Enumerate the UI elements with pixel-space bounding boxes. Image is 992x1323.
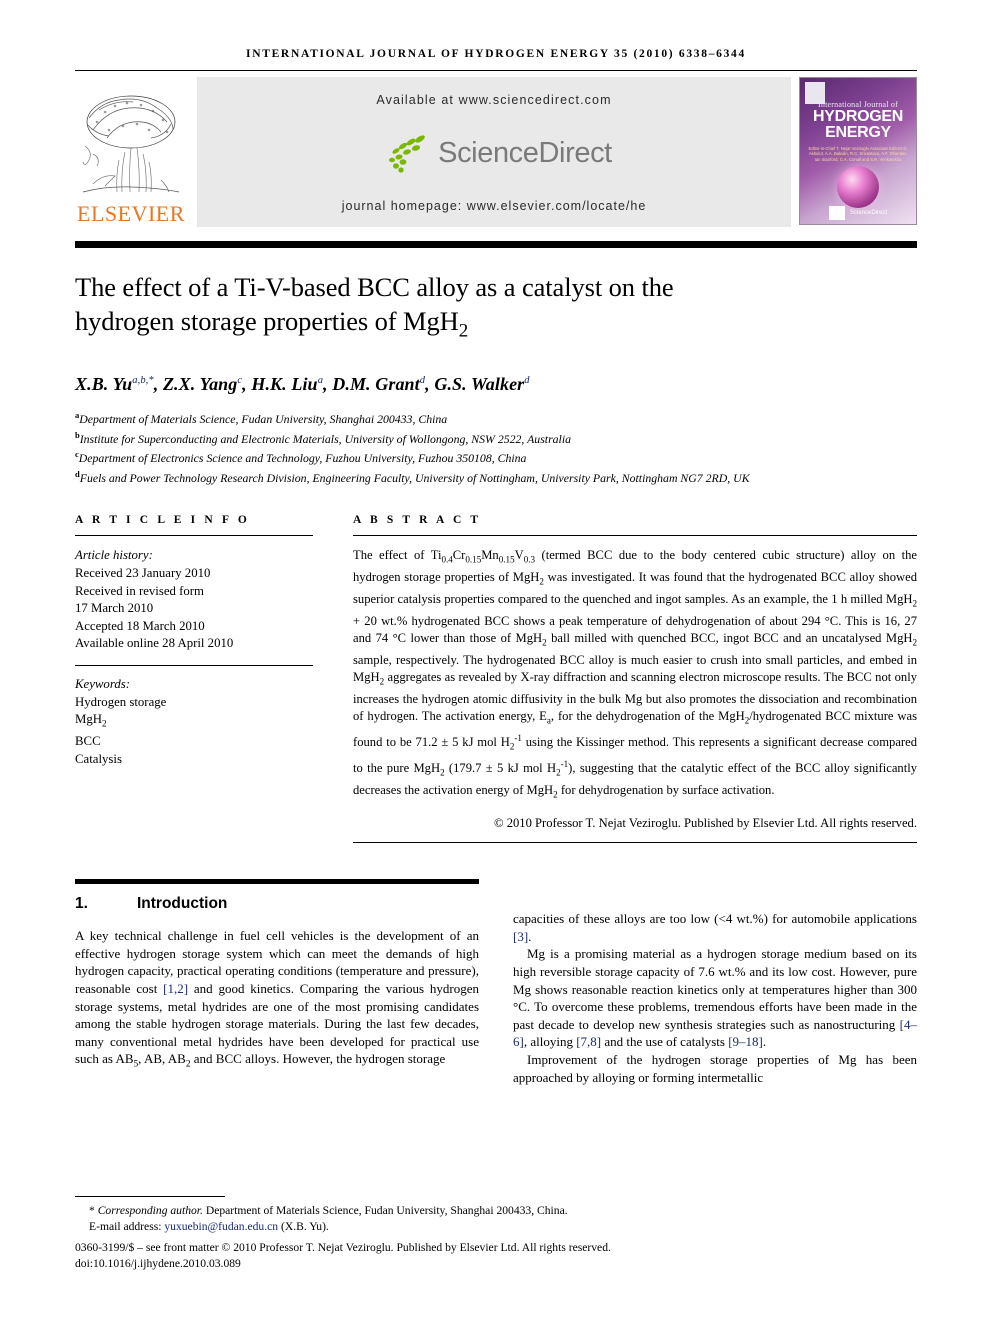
title-line-1: The effect of a Ti-V-based BCC alloy as … bbox=[75, 272, 674, 302]
journal-cover-thumbnail: International Journal of HYDROGEN ENERGY… bbox=[799, 77, 917, 225]
article-info-divider bbox=[75, 535, 313, 537]
history-item: Received 23 January 2010 bbox=[75, 565, 211, 580]
author-marks: d bbox=[419, 375, 426, 387]
body-column-left: 1. Introduction A key technical challeng… bbox=[75, 879, 479, 1086]
available-at-text: Available at www.sciencedirect.com bbox=[376, 93, 612, 107]
author-name: D.M. Grant bbox=[332, 374, 420, 395]
affiliation-text: Department of Materials Science, Fudan U… bbox=[79, 412, 448, 427]
sciencedirect-leaf-icon bbox=[389, 135, 426, 173]
article-info-column: A R T I C L E I N F O Article history: R… bbox=[75, 514, 313, 768]
article-page: International Journal of Hydrogen Energy… bbox=[0, 0, 992, 1323]
abstract-heading: A B S T R A C T bbox=[353, 514, 482, 527]
affiliation-list: aDepartment of Materials Science, Fudan … bbox=[75, 408, 917, 486]
keyword-mgh2-sub: 2 bbox=[102, 718, 107, 729]
history-item: Received in revised form bbox=[75, 583, 204, 598]
header-divider bbox=[75, 70, 917, 71]
abstract-divider bbox=[353, 535, 917, 537]
author-marks: a bbox=[317, 375, 324, 387]
cover-editors-text: Editor-in-Chief T. Nejat Veziroglu Assoc… bbox=[808, 146, 908, 162]
journal-homepage-text: journal homepage: www.elsevier.com/locat… bbox=[341, 199, 647, 213]
section-title: Introduction bbox=[137, 895, 228, 913]
section-number: 1. bbox=[75, 895, 88, 913]
email-link[interactable]: yuxuebin@fudan.edu.cn bbox=[164, 1220, 278, 1233]
affiliation-item: cDepartment of Electronics Science and T… bbox=[75, 447, 917, 467]
sciencedirect-logo: ScienceDirect bbox=[376, 133, 612, 173]
body-column-right: capacities of these alloys are too low (… bbox=[513, 879, 917, 1086]
abstract-copyright: © 2010 Professor T. Nejat Veziroglu. Pub… bbox=[494, 815, 917, 830]
email-suffix: (X.B. Yu). bbox=[278, 1219, 329, 1233]
author-name: G.S. Walker bbox=[434, 374, 525, 395]
citation-link[interactable]: [1,2] bbox=[163, 981, 188, 996]
intro-paragraph-right-1: capacities of these alloys are too low (… bbox=[513, 911, 917, 944]
corresponding-label: Corresponding author. bbox=[97, 1204, 203, 1218]
journal-banner: ELSEVIER Available at www.sciencedirect.… bbox=[75, 77, 917, 227]
sciencedirect-box: Available at www.sciencedirect.com Scien… bbox=[197, 77, 791, 227]
affiliation-text: Department of Electronics Science and Te… bbox=[78, 451, 527, 466]
cover-title-line2: HYDROGEN bbox=[812, 108, 904, 125]
history-item: Accepted 18 March 2010 bbox=[75, 618, 205, 633]
citation-link[interactable]: [3] bbox=[513, 929, 528, 944]
author-name: H.K. Liu bbox=[251, 374, 318, 395]
cover-sphere-graphic bbox=[837, 166, 879, 208]
affiliation-text: Institute for Superconducting and Electr… bbox=[79, 431, 572, 446]
section-heading-introduction: 1. Introduction bbox=[75, 895, 479, 913]
running-head: International Journal of Hydrogen Energy… bbox=[246, 48, 746, 60]
email-label: E-mail address: bbox=[89, 1219, 162, 1233]
author-marks: d bbox=[524, 375, 530, 387]
elsevier-logo: ELSEVIER bbox=[75, 77, 187, 227]
footnote-divider bbox=[75, 1196, 225, 1198]
cover-footer: ScienceDirect bbox=[800, 206, 916, 220]
title-subscript: 2 bbox=[458, 320, 469, 342]
keyword-item: MgH2 bbox=[75, 711, 313, 733]
info-abstract-block: A R T I C L E I N F O Article history: R… bbox=[75, 514, 918, 844]
abstract-text: The effect of Ti0.4Cr0.15Mn0.15V0.3 (ter… bbox=[353, 548, 918, 800]
history-item: Available online 28 April 2010 bbox=[75, 636, 234, 651]
corresponding-text: Department of Materials Science, Fudan U… bbox=[202, 1204, 568, 1218]
keyword-item: BCC bbox=[75, 734, 101, 749]
author-list: X.B. Yua,b,*, Z.X. Yangc, H.K. Liua, D.M… bbox=[75, 374, 530, 395]
author-marks: a,b,* bbox=[132, 375, 154, 387]
article-info-heading: A R T I C L E I N F O bbox=[75, 514, 250, 527]
page-title: The effect of a Ti-V-based BCC alloy as … bbox=[75, 270, 917, 348]
cover-sciencedirect-label: ScienceDirect bbox=[849, 210, 887, 216]
author-marks: c bbox=[237, 375, 243, 387]
doi-line: doi:10.1016/j.ijhydene.2010.03.089 bbox=[75, 1256, 241, 1270]
intro-paragraph-right-3: Improvement of the hydrogen storage prop… bbox=[513, 1051, 917, 1085]
citation-link[interactable]: [7,8] bbox=[576, 1034, 601, 1049]
abstract-bottom-divider bbox=[353, 842, 917, 844]
page-footer: * Corresponding author. Department of Ma… bbox=[75, 1196, 917, 1271]
elsevier-wordmark: ELSEVIER bbox=[77, 201, 185, 226]
affiliation-item: aDepartment of Materials Science, Fudan … bbox=[75, 408, 917, 428]
keywords-label: Keywords: bbox=[75, 676, 130, 691]
affiliation-item: bInstitute for Superconducting and Elect… bbox=[75, 428, 917, 448]
intro-paragraph-right-2: Mg is a promising material as a hydrogen… bbox=[513, 946, 917, 1050]
cover-ijhe-icon bbox=[828, 206, 845, 220]
affiliation-text: Fuels and Power Technology Research Divi… bbox=[79, 470, 750, 485]
author-name: X.B. Yu bbox=[75, 374, 133, 395]
banner-bottom-rule bbox=[75, 241, 917, 248]
cover-title-line3: ENERGY bbox=[825, 124, 891, 141]
keywords-divider bbox=[75, 664, 313, 666]
affiliation-item: dFuels and Power Technology Research Div… bbox=[75, 467, 917, 487]
issn-copyright-line: 0360-3199/$ – see front matter © 2010 Pr… bbox=[75, 1241, 611, 1255]
body-columns: 1. Introduction A key technical challeng… bbox=[75, 879, 917, 1086]
keyword-item: Catalysis bbox=[75, 751, 122, 766]
author-name: Z.X. Yang bbox=[162, 374, 238, 395]
email-note: E-mail address: yuxuebin@fudan.edu.cn (X… bbox=[75, 1219, 917, 1234]
history-item: 17 March 2010 bbox=[75, 601, 154, 616]
article-history-label: Article history: bbox=[75, 548, 153, 563]
title-line-2: hydrogen storage properties of MgH bbox=[75, 306, 459, 336]
sciencedirect-wordmark: ScienceDirect bbox=[438, 136, 612, 169]
corresponding-author-note: * Corresponding author. Department of Ma… bbox=[75, 1203, 917, 1218]
elsevier-tree-icon bbox=[79, 88, 183, 200]
abstract-column: A B S T R A C T The effect of Ti0.4Cr0.1… bbox=[353, 514, 918, 844]
keyword-mgh2-base: MgH bbox=[75, 712, 103, 727]
citation-link[interactable]: [4–6] bbox=[513, 1017, 917, 1050]
citation-link[interactable]: [9–18] bbox=[728, 1034, 763, 1049]
section-top-rule bbox=[75, 879, 479, 885]
keyword-item: Hydrogen storage bbox=[75, 694, 167, 709]
corresponding-mark: * bbox=[89, 1204, 95, 1218]
intro-paragraph-left: A key technical challenge in fuel cell v… bbox=[75, 928, 479, 1070]
